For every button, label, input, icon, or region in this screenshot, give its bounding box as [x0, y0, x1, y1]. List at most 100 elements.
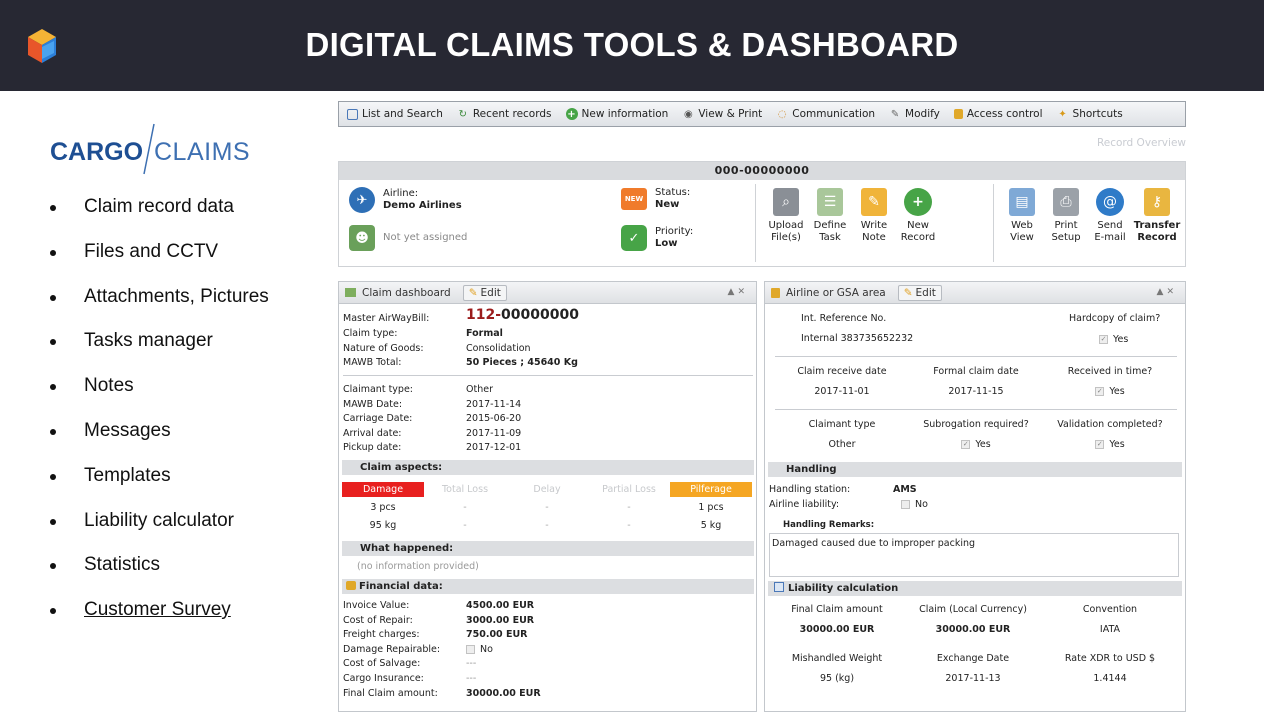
financial-data-title: Financial data:	[342, 579, 754, 594]
title-banner: DIGITAL CLAIMS TOOLS & DASHBOARD	[0, 0, 1264, 91]
liability-row-2: Mishandled Weight 95 (kg) Exchange Date 20…	[791, 653, 1156, 684]
airplane-icon: ✈	[349, 187, 375, 213]
customer-survey-link[interactable]: Customer Survey	[50, 596, 300, 641]
handling-remarks-textarea[interactable]: Damaged caused due to improper packing	[769, 533, 1179, 577]
menu-communication[interactable]: ◌ Communication	[776, 108, 875, 120]
feature-list: Claim record data Files and CCTV Attachm…	[50, 193, 300, 641]
bullet-icon	[50, 384, 56, 391]
new-badge-icon: NEW	[621, 188, 647, 210]
edit-button[interactable]: ✎ Edit	[462, 284, 507, 301]
subrogation-checkbox[interactable]: ✓	[961, 440, 971, 449]
aspect-tabs: Damage Total Loss Delay Partial Loss Pil…	[342, 482, 752, 497]
status-field: NEW Status: New	[621, 187, 690, 211]
panel-controls-icon[interactable]: ▲✕	[1157, 287, 1177, 297]
brand-claims: CLAIMS	[154, 138, 251, 166]
aspect-delay[interactable]: Delay	[506, 482, 588, 497]
menu-new-information[interactable]: + New information	[565, 108, 668, 120]
plus-icon: +	[565, 108, 578, 120]
validation-checkbox[interactable]: ✓	[1095, 440, 1105, 449]
bullet-icon	[50, 518, 56, 525]
dashboard-icon	[345, 288, 356, 297]
hardcopy-checkbox[interactable]: ✓	[1099, 335, 1108, 344]
in-time-checkbox[interactable]: ✓	[1095, 387, 1105, 396]
repairable-checkbox[interactable]	[466, 644, 475, 654]
record-id: 000-00000000	[339, 162, 1185, 180]
pencil-icon: ✎	[903, 286, 913, 299]
feature-item: Templates	[50, 462, 300, 507]
claimant-row: Claimant type Other Subrogation required?…	[808, 419, 1163, 450]
cargo-claims-logo: CARGO CLAIMS	[50, 122, 260, 176]
send-email-button[interactable]: @ Send E-mail	[1089, 188, 1131, 244]
bullet-icon	[50, 608, 56, 615]
recent-icon: ↻	[458, 108, 468, 120]
airline-gsa-header: Airline or GSA area ✎ Edit ▲✕	[765, 282, 1185, 304]
mawb-block: Master AirWayBill: 112-00000000 Claim ty…	[343, 307, 579, 368]
print-setup-button[interactable]: ⎙ Print Setup	[1045, 188, 1087, 244]
write-note-button[interactable]: ✎ Write Note	[853, 188, 895, 244]
menu-view-print[interactable]: ◉ View & Print	[682, 108, 762, 120]
feature-item: Files and CCTV	[50, 238, 300, 283]
user-icon: ☻	[349, 225, 375, 251]
checkmark-icon: ✓	[621, 225, 647, 251]
banner-title: DIGITAL CLAIMS TOOLS & DASHBOARD	[305, 26, 959, 63]
record-overview-link[interactable]: Record Overview	[1097, 137, 1186, 149]
brand-cargo: CARGO	[50, 138, 144, 166]
mawb-number: 112-00000000	[466, 307, 579, 323]
claim-dashboard-panel: Claim dashboard ✎ Edit ▲✕ Master AirWayBi…	[338, 281, 757, 712]
claim-aspects-title: Claim aspects:	[342, 460, 754, 475]
web-view-button[interactable]: ▤ Web View	[1001, 188, 1043, 244]
bullet-icon	[50, 473, 56, 480]
divider	[343, 375, 753, 376]
bullet-icon	[50, 563, 56, 570]
airline-field: ✈ Airline: Demo Airlines	[349, 187, 462, 213]
panel-controls-icon[interactable]: ▲✕	[728, 287, 748, 297]
record-header: 000-00000000 ✈ Airline: Demo Airlines ☻ …	[338, 161, 1186, 267]
divider	[775, 409, 1177, 410]
financial-block: Invoice Value: 4500.00 EUR Cost of Repai…	[343, 600, 541, 699]
aspect-pilferage[interactable]: Pilferage	[670, 482, 752, 497]
menu-shortcuts[interactable]: ✦ Shortcuts	[1057, 108, 1122, 120]
transfer-record-button[interactable]: ⚷ Transfer Record	[1133, 188, 1181, 244]
menu-bar: List and Search ↻ Recent records + New i…	[338, 101, 1186, 127]
aspect-total-loss[interactable]: Total Loss	[424, 482, 506, 497]
divider	[775, 356, 1177, 357]
aspect-partial-loss[interactable]: Partial Loss	[588, 482, 670, 497]
note-icon: ✎	[861, 188, 887, 216]
feature-item: Notes	[50, 372, 300, 417]
upload-files-button[interactable]: ⌕ Upload File(s)	[765, 188, 807, 244]
aspect-weight-row: 95 kg - - - 5 kg	[369, 520, 722, 531]
feature-item: Liability calculator	[50, 507, 300, 552]
edit-button[interactable]: ✎ Edit	[897, 284, 942, 301]
task-icon: ☰	[817, 188, 843, 216]
handling-title: Handling	[768, 462, 1182, 477]
airline-liability-checkbox[interactable]	[901, 500, 910, 509]
assignee-field[interactable]: ☻ Not yet assigned	[349, 225, 467, 251]
feature-item: Statistics	[50, 551, 300, 596]
plus-circle-icon: +	[904, 188, 932, 216]
divider	[755, 184, 756, 262]
dates-row: Claim receive date 2017-11-01 Formal clai…	[797, 366, 1153, 397]
email-icon: @	[1096, 188, 1124, 216]
handling-block: Handling station: AMS Airline liability:…	[769, 484, 928, 510]
bullet-icon	[50, 249, 56, 256]
menu-list-search[interactable]: List and Search	[347, 108, 443, 120]
feature-item: Messages	[50, 417, 300, 462]
feature-item: Tasks manager	[50, 327, 300, 372]
aspect-pieces-row: 3 pcs - - - 1 pcs	[370, 502, 724, 513]
aspect-damage[interactable]: Damage	[342, 482, 424, 497]
bullet-icon	[50, 205, 56, 211]
coins-icon	[346, 581, 356, 590]
paperclip-icon: ⌕	[773, 188, 799, 216]
printer-icon: ⎙	[1053, 188, 1079, 216]
feature-item: Attachments, Pictures	[50, 283, 300, 328]
define-task-button[interactable]: ☰ Define Task	[809, 188, 851, 244]
bullet-icon	[50, 339, 56, 346]
list-icon	[347, 108, 358, 120]
bullet-icon	[50, 428, 56, 435]
menu-modify[interactable]: ✎ Modify	[889, 108, 940, 120]
menu-access-control[interactable]: Access control	[953, 108, 1043, 120]
new-record-button[interactable]: + New Record	[897, 188, 939, 244]
menu-recent-records[interactable]: ↻ Recent records	[457, 108, 552, 120]
airline-gsa-panel: Airline or GSA area ✎ Edit ▲✕ Int. Refere…	[764, 281, 1186, 712]
priority-field: ✓ Priority: Low	[621, 225, 693, 251]
